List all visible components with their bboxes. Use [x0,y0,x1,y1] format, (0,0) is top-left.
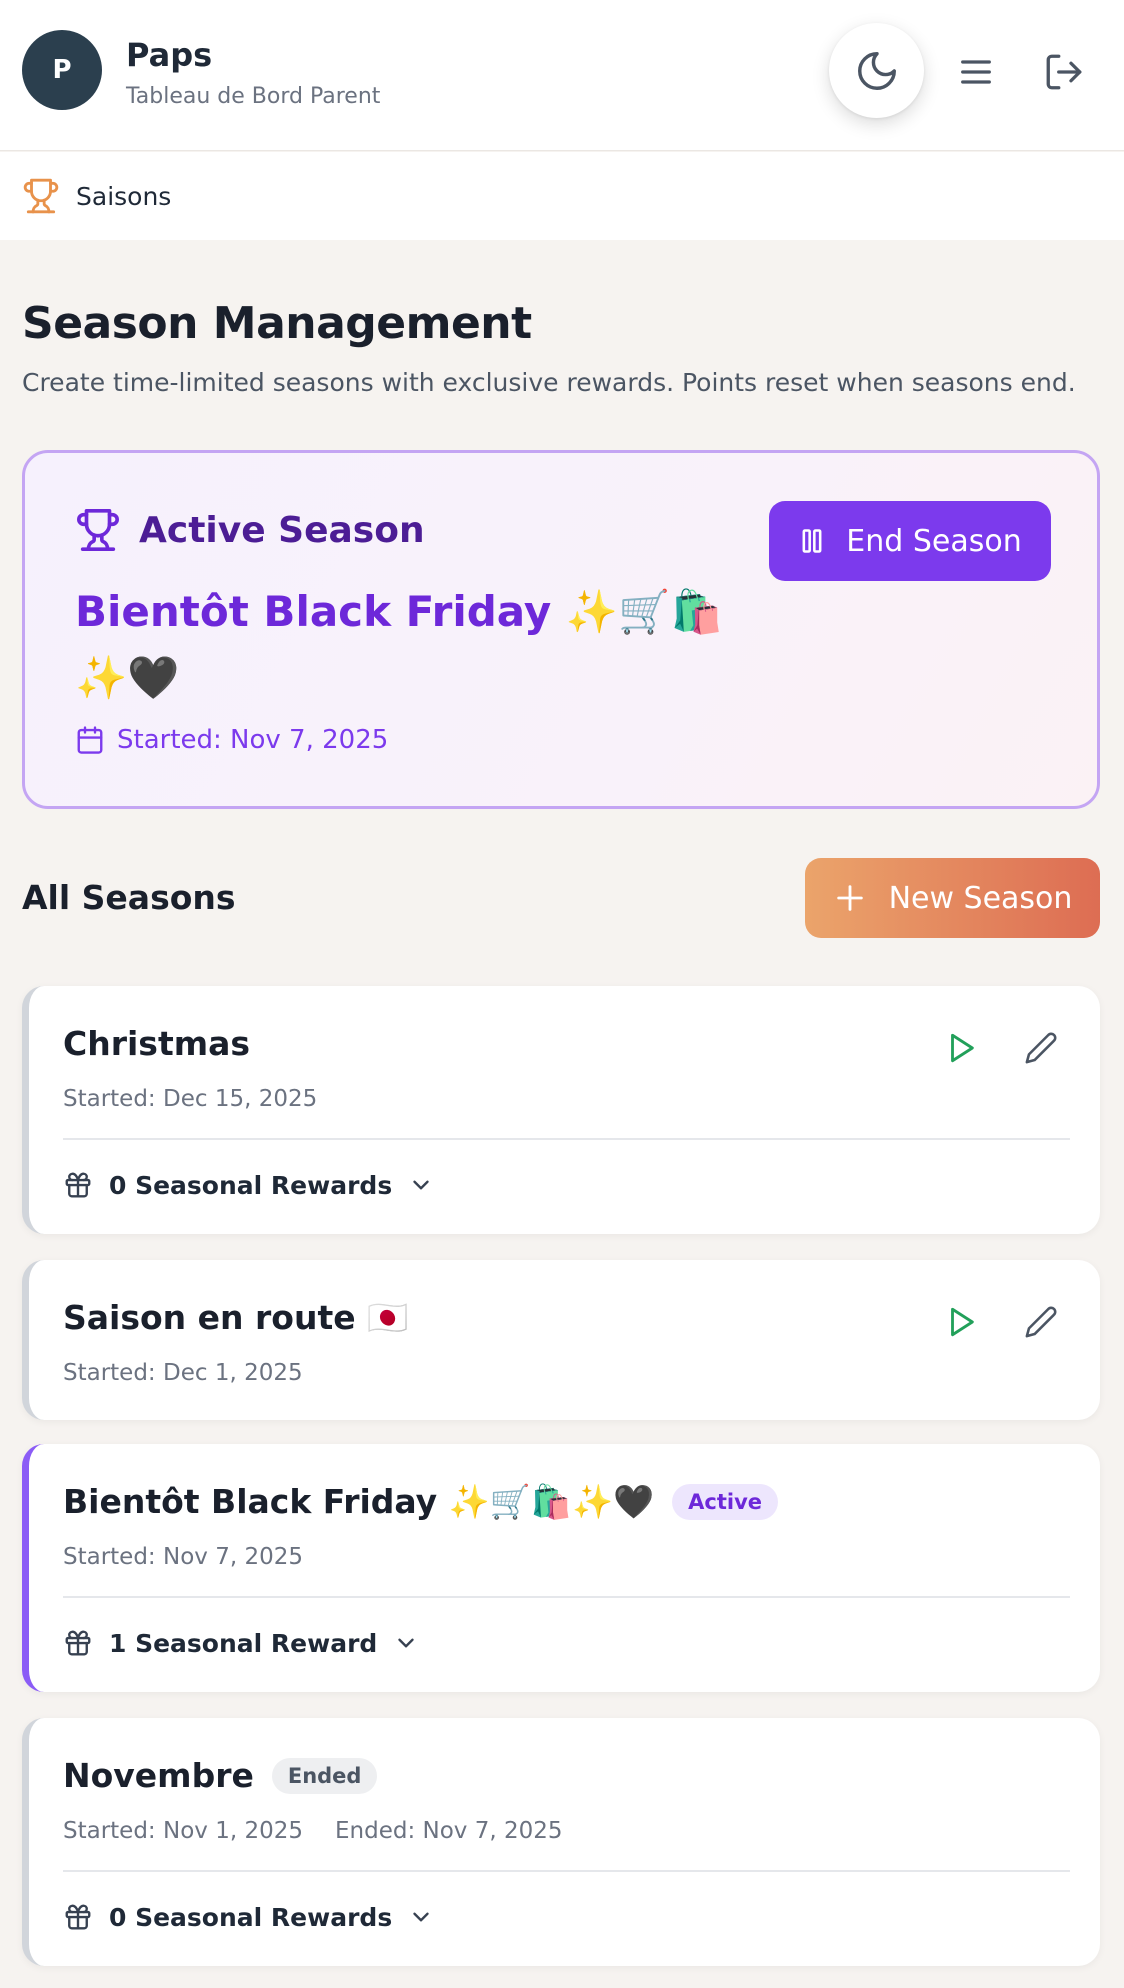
moon-icon [857,51,896,90]
play-icon [951,1033,974,1063]
menu-icon [961,60,991,84]
divider [63,1596,1070,1598]
season-dates: Started: Dec 1, 2025 [63,1360,303,1386]
logout-button[interactable] [1040,48,1088,96]
status-badge: Ended [271,1757,378,1794]
plus-icon [836,885,863,911]
play-icon [951,1307,974,1337]
seasonal-rewards-label: 0 Seasonal Rewards [109,1170,393,1200]
edit-season-button[interactable] [1019,1300,1063,1344]
seasonal-rewards-toggle[interactable]: 1 Seasonal Reward [63,1628,419,1658]
end-season-button[interactable]: End Season [769,501,1051,581]
active-season-card: Active Season Bientôt Black Friday ✨🛒🛍️✨… [22,450,1100,809]
calendar-icon [77,726,103,754]
season-card: Novembre Ended Started: Nov 1, 2025 Ende… [22,1718,1100,1966]
season-title: Saison en route 🇯🇵 [63,1298,409,1337]
end-season-label: End Season [846,523,1022,559]
active-season-name: Bientôt Black Friday ✨🛒🛍️✨🖤 [75,587,723,702]
start-season-button[interactable] [939,1026,983,1070]
season-started: Started: Dec 15, 2025 [63,1086,318,1112]
status-badge: Active [672,1484,778,1520]
season-title-row: Bientôt Black Friday ✨🛒🛍️✨🖤 Active [63,1482,778,1522]
season-started: Started: Dec 1, 2025 [63,1360,303,1386]
season-title-row: Novembre Ended [63,1756,378,1795]
season-title-row: Saison en route 🇯🇵 [63,1298,408,1338]
seasonal-rewards-label: 0 Seasonal Rewards [109,1902,393,1932]
gift-icon [65,1630,91,1656]
season-card: Christmas Started: Dec 15, 2025 0 Season… [22,986,1100,1234]
pencil-icon [1025,1306,1057,1338]
user-subtitle: Tableau de Bord Parent [126,84,381,109]
section-nav: Saisons [0,152,1124,240]
edit-season-button[interactable] [1019,1026,1063,1070]
user-name: Paps [126,36,213,74]
season-title: Bientôt Black Friday ✨🛒🛍️✨🖤 [63,1482,655,1521]
nav-item-label: Saisons [76,181,172,211]
trophy-icon [77,509,119,551]
chevron-down-icon [413,1180,429,1190]
seasonal-rewards-toggle[interactable]: 0 Seasonal Rewards [63,1170,434,1200]
new-season-button[interactable]: New Season [805,858,1100,938]
pause-icon [802,529,822,553]
nav-item-saisons[interactable]: Saisons [22,176,171,216]
all-seasons-title: All Seasons [22,878,236,917]
divider [63,1138,1070,1140]
gift-icon [65,1172,91,1198]
season-dates: Started: Dec 15, 2025 [63,1086,317,1112]
pencil-icon [1025,1032,1057,1064]
avatar: P [22,30,102,110]
season-card: Bientôt Black Friday ✨🛒🛍️✨🖤 Active Start… [22,1444,1100,1692]
chevron-down-icon [398,1638,415,1648]
chevron-down-icon [413,1912,429,1922]
season-started: Started: Nov 1, 2025 [63,1818,303,1844]
divider [63,1870,1070,1872]
season-dates: Started: Nov 7, 2025 [63,1544,303,1570]
active-season-heading: Active Season [75,507,425,553]
start-season-button[interactable] [939,1300,983,1344]
seasonal-rewards-toggle[interactable]: 0 Seasonal Rewards [63,1902,434,1932]
gift-icon [65,1904,91,1930]
seasonal-rewards-label: 1 Seasonal Reward [109,1628,378,1658]
theme-toggle-button[interactable] [829,23,924,118]
season-title-row: Christmas [63,1024,250,1063]
season-dates: Started: Nov 1, 2025 Ended: Nov 7, 2025 [63,1818,563,1844]
menu-button[interactable] [953,49,999,95]
season-title: Novembre [63,1756,254,1795]
season-title: Christmas [63,1024,251,1063]
page-description: Create time-limited seasons with exclusi… [22,368,1076,397]
page-title: Season Management [22,298,532,349]
active-season-started: Started: Nov 7, 2025 [75,725,388,755]
logout-icon [1046,54,1082,90]
new-season-label: New Season [888,880,1073,916]
season-started: Started: Nov 7, 2025 [63,1544,303,1570]
active-season-started-text: Started: Nov 7, 2025 [117,725,389,755]
season-card: Saison en route 🇯🇵 Started: Dec 1, 2025 [22,1260,1100,1420]
top-bar: P Paps Tableau de Bord Parent [0,0,1124,151]
trophy-icon [23,178,59,214]
season-ended: Ended: Nov 7, 2025 [334,1818,563,1844]
active-season-heading-label: Active Season [139,509,425,551]
